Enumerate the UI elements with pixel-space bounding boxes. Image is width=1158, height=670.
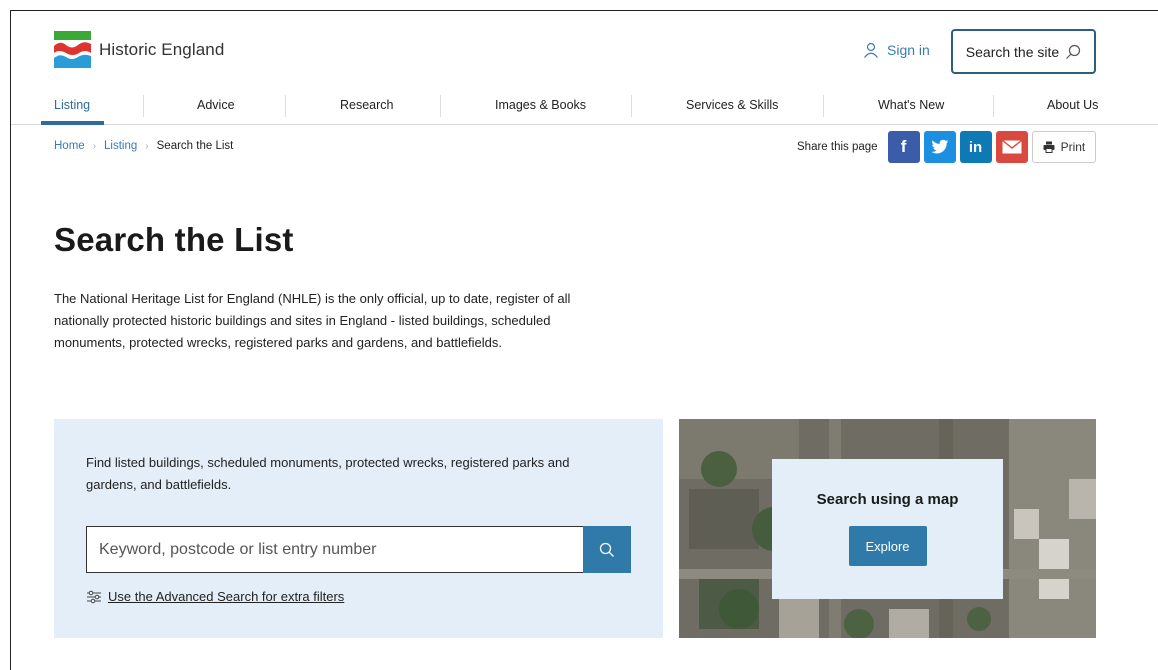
search-panel-description: Find listed buildings, scheduled monumen… bbox=[86, 455, 570, 492]
intro-text: The National Heritage List for England (… bbox=[54, 291, 571, 350]
print-label: Print bbox=[1060, 140, 1086, 154]
share-label: Share this page bbox=[797, 141, 878, 153]
nav-item-advice[interactable]: Advice bbox=[197, 95, 235, 125]
share-facebook-button[interactable]: f bbox=[887, 131, 920, 163]
page-title: Search the List bbox=[54, 221, 294, 258]
share-bar: Share this page f in Print bbox=[797, 131, 1097, 163]
nav-item-services-skills[interactable]: Services & Skills bbox=[686, 95, 778, 125]
search-input[interactable] bbox=[99, 540, 583, 559]
map-search-title: Search using a map bbox=[816, 491, 959, 508]
linkedin-icon: in bbox=[968, 138, 983, 156]
map-search-panel: Search using a map Explore bbox=[679, 419, 1096, 638]
search-submit-button[interactable] bbox=[583, 526, 631, 573]
user-icon bbox=[864, 42, 878, 58]
print-button[interactable]: Print bbox=[1031, 131, 1097, 163]
nav-active-indicator bbox=[41, 121, 104, 125]
site-logo[interactable]: Historic England bbox=[54, 31, 224, 68]
breadcrumb: Home › Listing › Search the List bbox=[54, 140, 233, 152]
page-frame: Historic England Sign in Search the site… bbox=[10, 10, 1158, 670]
filter-sliders-icon bbox=[87, 590, 101, 603]
share-linkedin-button[interactable]: in bbox=[959, 131, 992, 163]
nav-divider bbox=[993, 95, 994, 117]
search-site-button[interactable]: Search the site bbox=[951, 29, 1096, 74]
twitter-icon bbox=[931, 139, 948, 154]
advanced-search-link[interactable]: Use the Advanced Search for extra filter… bbox=[86, 589, 344, 604]
nav-divider bbox=[143, 95, 144, 117]
map-search-card: Search using a map Explore bbox=[772, 459, 1003, 599]
search-panel: Find listed buildings, scheduled monumen… bbox=[54, 419, 663, 638]
breadcrumb-home[interactable]: Home bbox=[54, 140, 85, 152]
nav-divider bbox=[823, 95, 824, 117]
nav-divider bbox=[285, 95, 286, 117]
facebook-icon: f bbox=[900, 137, 907, 156]
sign-in-link[interactable]: Sign in bbox=[863, 42, 930, 58]
search-field bbox=[86, 526, 584, 573]
printer-icon bbox=[1043, 141, 1055, 153]
advanced-search-label: Use the Advanced Search for extra filter… bbox=[108, 589, 345, 604]
main-nav: Listing Advice Research Images & Books S… bbox=[11, 95, 1158, 125]
historic-england-logo-icon bbox=[54, 31, 91, 68]
nav-item-about-us[interactable]: About Us bbox=[1047, 95, 1098, 125]
share-twitter-button[interactable] bbox=[923, 131, 956, 163]
nav-item-research[interactable]: Research bbox=[340, 95, 394, 125]
search-site-label: Search the site bbox=[965, 43, 1060, 60]
nav-item-images-books[interactable]: Images & Books bbox=[495, 95, 586, 125]
chevron-right-icon: › bbox=[145, 140, 149, 152]
nav-item-whats-new[interactable]: What's New bbox=[878, 95, 944, 125]
sign-in-label: Sign in bbox=[887, 42, 930, 58]
explore-button[interactable]: Explore bbox=[848, 526, 927, 566]
nav-border bbox=[11, 124, 1158, 125]
search-icon bbox=[599, 542, 614, 557]
search-icon bbox=[1066, 44, 1081, 59]
nav-divider bbox=[440, 95, 441, 117]
email-icon bbox=[1001, 140, 1022, 154]
logo-text: Historic England bbox=[99, 39, 225, 59]
share-email-button[interactable] bbox=[995, 131, 1028, 163]
chevron-right-icon: › bbox=[92, 140, 97, 152]
nav-divider bbox=[631, 95, 632, 117]
breadcrumb-current: Search the List bbox=[156, 140, 234, 152]
breadcrumb-listing[interactable]: Listing bbox=[104, 140, 137, 152]
